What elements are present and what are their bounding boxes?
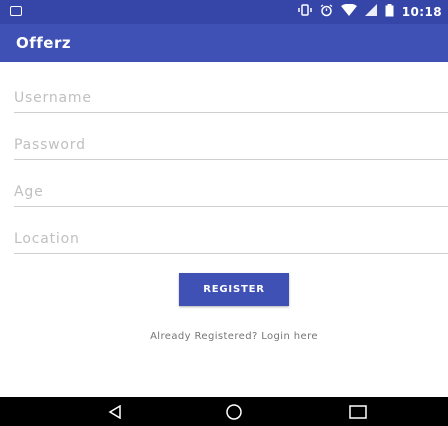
status-icons: 10:18 [298,3,442,21]
status-time: 10:18 [401,5,442,19]
app-bar: Offerz [0,24,448,62]
vibrate-icon [298,4,312,20]
age-field[interactable] [14,181,448,207]
password-field[interactable] [14,134,448,160]
status-bar: 10:18 [0,0,448,24]
register-button[interactable]: REGISTER [179,273,289,306]
alarm-icon [320,3,333,21]
notification-icon [10,6,22,16]
location-field[interactable] [14,228,448,254]
login-link[interactable]: Already Registered? Login here [0,331,448,342]
signal-icon [364,4,377,20]
navigation-bar [0,397,448,426]
home-icon[interactable] [214,397,254,426]
username-field[interactable] [14,87,448,113]
battery-icon [385,3,394,21]
recents-icon[interactable] [338,397,378,426]
wifi-icon [340,3,357,20]
back-icon[interactable] [95,397,135,426]
app-title: Offerz [16,34,72,52]
